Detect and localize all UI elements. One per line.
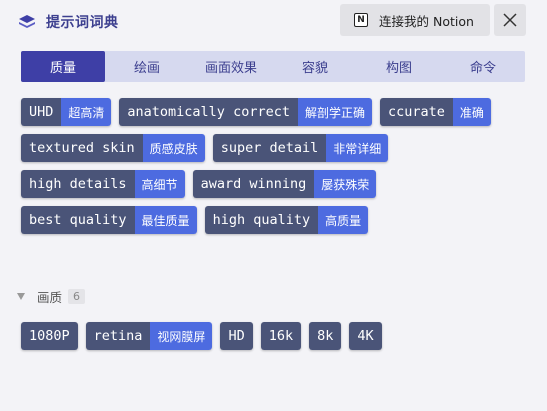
book-stack-icon	[19, 15, 35, 28]
connect-notion-label: 连接我的 Notion	[379, 13, 474, 29]
tag-en: 4K	[349, 322, 382, 350]
tab-quality[interactable]: 质量	[21, 51, 105, 82]
tag-en: retina	[85, 322, 151, 350]
prompt-tag[interactable]: 1080P	[21, 322, 78, 350]
close-button[interactable]	[494, 4, 526, 36]
tag-en: 8k	[309, 322, 342, 350]
section-count-badge: 6	[68, 289, 86, 304]
tag-zh: 质感皮肤	[142, 134, 205, 162]
image-quality-tag-list: 1080P retina 视网膜屏 HD 16k 8k 4K	[21, 322, 521, 350]
tag-zh: 高细节	[134, 170, 185, 198]
prompt-tag[interactable]: 16k	[260, 322, 302, 350]
tag-en: 1080P	[21, 322, 78, 350]
tag-zh: 准确	[452, 98, 491, 126]
prompt-tag[interactable]: HD	[220, 322, 253, 350]
tag-en: anatomically correct	[119, 98, 298, 126]
tab-painting[interactable]: 绘画	[105, 51, 189, 82]
quality-tag-list: UHD 超高清 anatomically correct 解剖学正确 ccurate…	[21, 98, 521, 234]
prompt-tag[interactable]: award winning 屡获殊荣	[192, 170, 377, 198]
tab-composition[interactable]: 构图	[357, 51, 441, 82]
app-title: 提示词词典	[46, 15, 119, 31]
caret-down-icon	[17, 293, 25, 300]
tag-en: HD	[220, 322, 253, 350]
tag-zh: 非常详细	[326, 134, 389, 162]
tab-commands[interactable]: 命令	[441, 51, 525, 82]
prompt-tag[interactable]: high quality 高质量	[204, 206, 369, 234]
prompt-tag[interactable]: ccurate 准确	[379, 98, 491, 126]
tag-en: ccurate	[379, 98, 453, 126]
tag-en: textured skin	[21, 134, 143, 162]
tag-en: award winning	[192, 170, 315, 198]
prompt-tag[interactable]: anatomically correct 解剖学正确	[119, 98, 372, 126]
tag-en: UHD	[21, 98, 62, 126]
prompt-tag[interactable]: UHD 超高清	[21, 98, 112, 126]
tab-visual-effects[interactable]: 画面效果	[189, 51, 273, 82]
prompt-tag[interactable]: 4K	[349, 322, 382, 350]
tag-zh: 屡获殊荣	[314, 170, 377, 198]
tag-en: 16k	[260, 322, 302, 350]
prompt-tag[interactable]: high details 高细节	[21, 170, 185, 198]
tag-zh: 解剖学正确	[297, 98, 372, 126]
prompt-tag[interactable]: best quality 最佳质量	[21, 206, 197, 234]
connect-notion-button[interactable]: N 连接我的 Notion	[340, 4, 490, 36]
section-title: 画质	[37, 290, 63, 305]
close-icon	[503, 13, 517, 27]
prompt-tag[interactable]: 8k	[309, 322, 342, 350]
tag-en: best quality	[21, 206, 135, 234]
tag-zh: 最佳质量	[134, 206, 197, 234]
tag-zh: 高质量	[318, 206, 369, 234]
header: 提示词词典 N 连接我的 Notion	[0, 0, 547, 42]
prompt-tag[interactable]: super detail 非常详细	[212, 134, 389, 162]
tag-zh: 超高清	[61, 98, 112, 126]
tag-en: super detail	[212, 134, 327, 162]
tag-en: high quality	[204, 206, 319, 234]
section-header-image-quality[interactable]: 画质 6	[17, 287, 86, 306]
tag-zh: 视网膜屏	[150, 322, 213, 350]
notion-icon: N	[354, 13, 368, 27]
prompt-tag[interactable]: retina 视网膜屏	[85, 322, 213, 350]
prompt-tag[interactable]: textured skin 质感皮肤	[21, 134, 205, 162]
category-tabs: 质量 绘画 画面效果 容貌 构图 命令	[21, 51, 525, 82]
tag-en: high details	[21, 170, 135, 198]
tab-appearance[interactable]: 容貌	[273, 51, 357, 82]
